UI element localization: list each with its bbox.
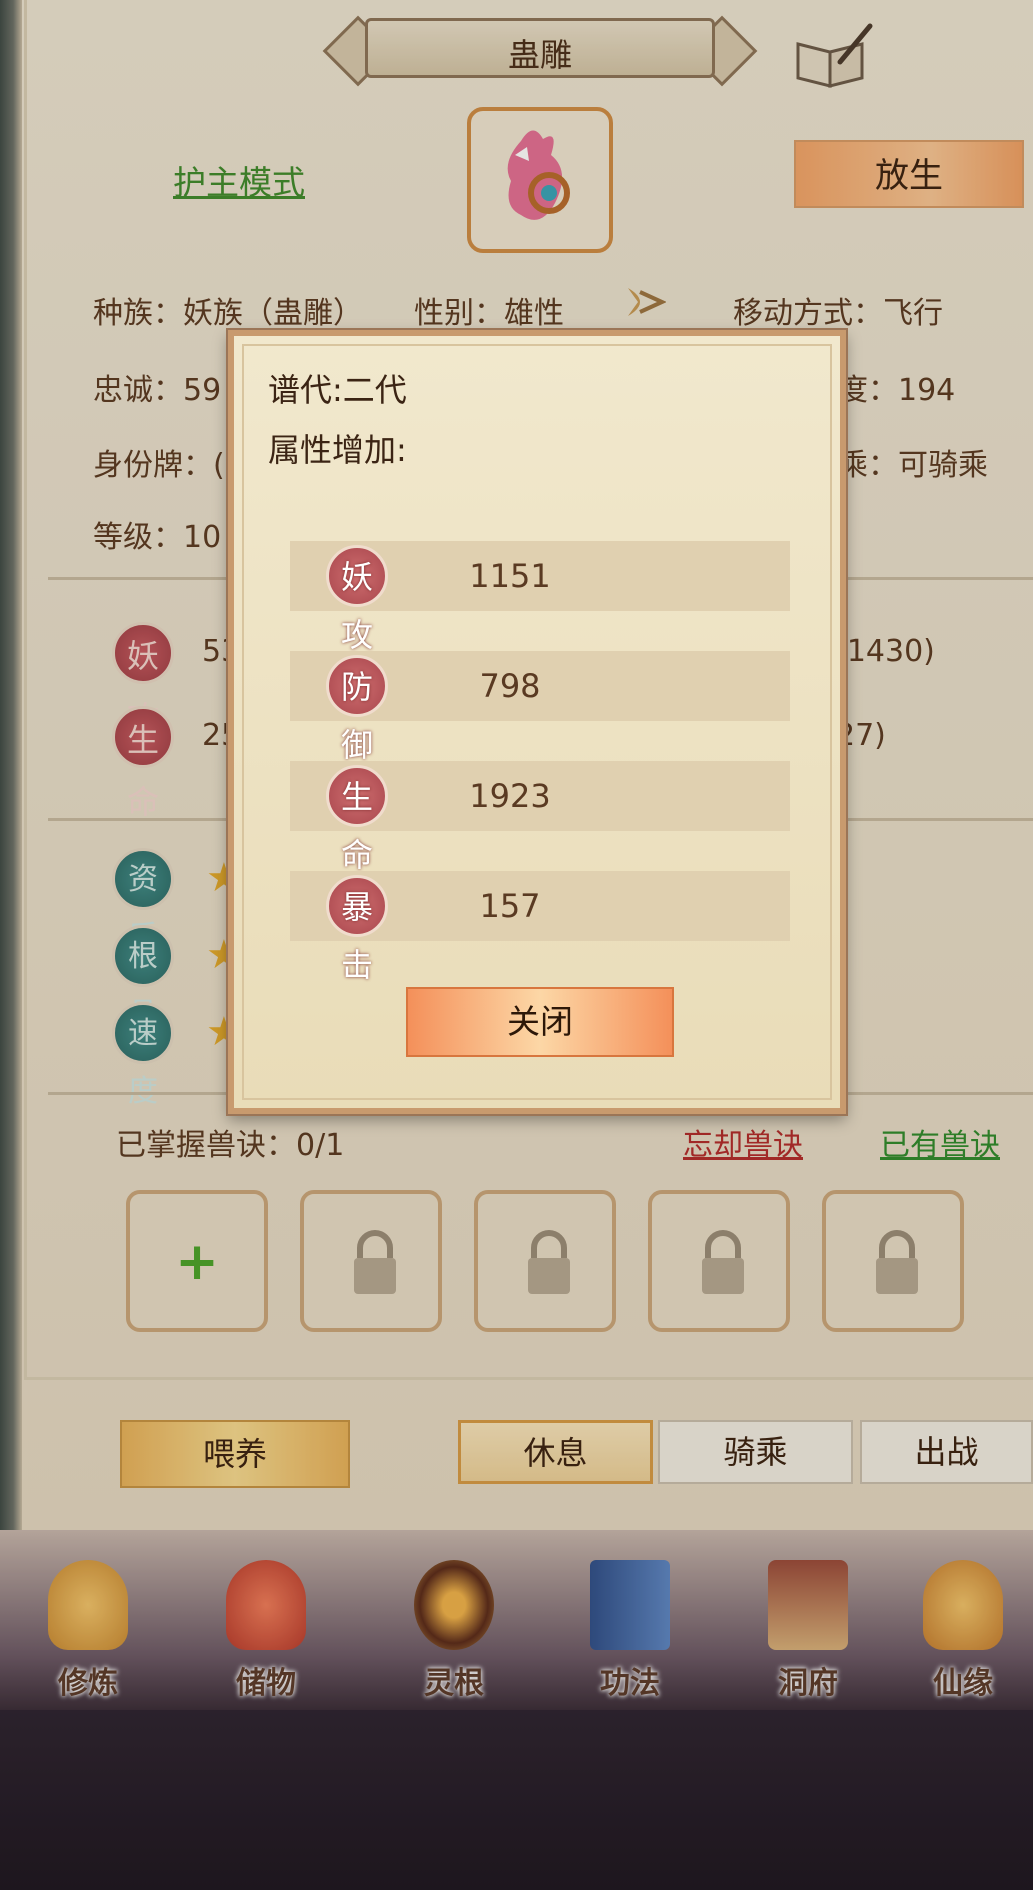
attr-value: 157 — [479, 887, 541, 925]
attr-row: 妖攻 1151 — [290, 541, 790, 654]
attr-row: 防御 798 — [290, 651, 790, 764]
attr-value: 798 — [479, 667, 541, 705]
attr-badge: 防御 — [326, 655, 388, 764]
attr-value: 1923 — [469, 777, 551, 815]
close-button[interactable]: 关闭 — [406, 987, 674, 1057]
attr-value: 1151 — [469, 557, 551, 595]
attr-row: 暴击 157 — [290, 871, 790, 984]
attribute-bonus-title: 属性增加: — [268, 431, 407, 469]
attr-badge: 暴击 — [326, 875, 388, 984]
attr-row: 生命 1923 — [290, 761, 790, 874]
generation-label: 谱代:二代 — [268, 371, 407, 409]
attr-badge: 生命 — [326, 765, 388, 874]
attr-badge: 妖攻 — [326, 545, 388, 654]
